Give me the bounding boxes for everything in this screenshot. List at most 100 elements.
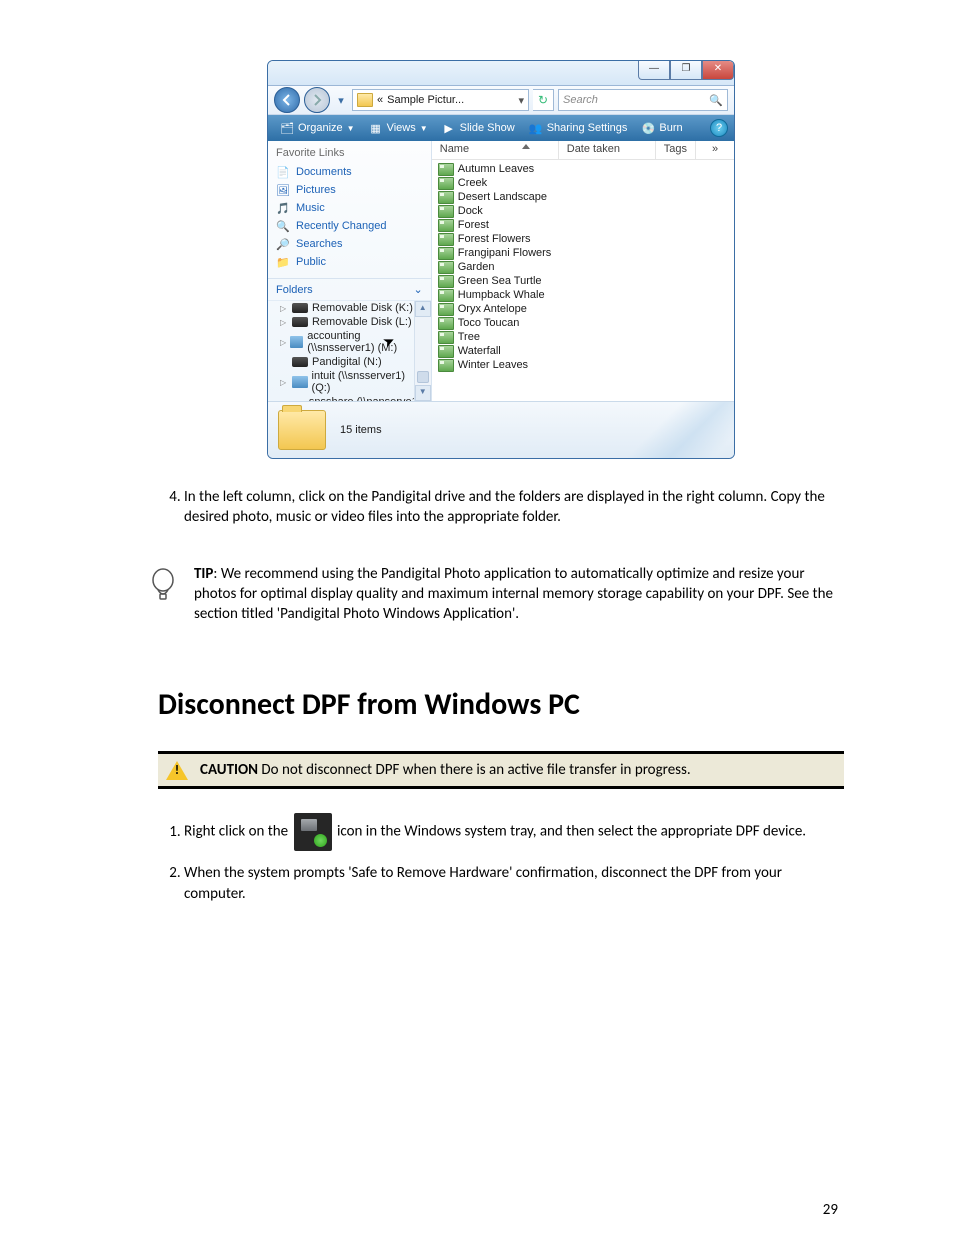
caution-text: CAUTION Do not disconnect DPF when there…: [200, 761, 691, 779]
tree-label: accounting (\\snsserver1) (M:): [307, 330, 424, 354]
image-file-icon: [438, 289, 454, 302]
folder-icon: [357, 93, 373, 107]
favorite-link[interactable]: 🔎 Searches: [276, 235, 423, 253]
image-file-icon: [438, 177, 454, 190]
scroll-thumb[interactable]: [417, 371, 429, 383]
image-file-icon: [438, 359, 454, 372]
favorite-label: Documents: [296, 166, 352, 178]
item-count: 15 items: [340, 424, 382, 436]
tree-scrollbar[interactable]: ▲ ▼: [414, 301, 431, 401]
search-placeholder: Search: [563, 94, 598, 106]
file-item[interactable]: Dock: [432, 204, 734, 218]
favorite-label: Pictures: [296, 184, 336, 196]
file-item[interactable]: Humpback Whale: [432, 288, 734, 302]
help-button[interactable]: ?: [710, 119, 728, 137]
favorite-icon: 📁: [276, 255, 290, 269]
history-dropdown[interactable]: ▾: [334, 94, 348, 107]
window-titlebar: — ❐ ✕: [268, 61, 734, 86]
forward-button[interactable]: [304, 87, 330, 113]
address-dropdown-icon[interactable]: ▾: [518, 94, 524, 107]
caution-box: CAUTION Do not disconnect DPF when there…: [158, 751, 844, 789]
file-item[interactable]: Toco Toucan: [432, 316, 734, 330]
scroll-down-icon[interactable]: ▼: [415, 385, 431, 401]
maximize-button[interactable]: ❐: [670, 61, 702, 80]
expand-icon[interactable]: ▷: [280, 318, 288, 327]
drive-icon: [292, 303, 308, 313]
file-item[interactable]: Autumn Leaves: [432, 162, 734, 176]
expand-icon[interactable]: ▷: [280, 378, 288, 387]
image-file-icon: [438, 331, 454, 344]
file-item[interactable]: Forest: [432, 218, 734, 232]
image-file-icon: [438, 163, 454, 176]
refresh-button[interactable]: ↻: [533, 89, 554, 111]
burn-button[interactable]: 💿 Burn: [635, 115, 688, 141]
burn-icon: 💿: [641, 121, 655, 135]
folder-large-icon: [278, 410, 326, 450]
file-name: Forest Flowers: [458, 233, 531, 245]
navigation-pane: Favorite Links 📄Documents 🖼 Pictures 🎵Music…: [268, 141, 432, 401]
expand-icon[interactable]: ▷: [280, 338, 286, 347]
favorite-link[interactable]: 📁Public: [276, 253, 423, 271]
image-file-icon: [438, 317, 454, 330]
safely-remove-hardware-icon: [294, 813, 332, 851]
column-name[interactable]: Name: [432, 141, 559, 159]
tree-item[interactable]: ▷Removable Disk (K:): [268, 301, 431, 315]
file-name: Creek: [458, 177, 487, 189]
tree-item[interactable]: ▷intuit (\\snsserver1) (Q:): [268, 369, 431, 395]
file-name: Waterfall: [458, 345, 501, 357]
file-list-pane: Name Date taken Tags » Autumn Leaves Cree…: [432, 141, 734, 401]
image-file-icon: [438, 345, 454, 358]
file-name: Autumn Leaves: [458, 163, 534, 175]
file-item[interactable]: Green Sea Turtle: [432, 274, 734, 288]
favorite-label: Music: [296, 202, 325, 214]
tree-item[interactable]: ▷ accounting (\\snsserver1) (M:): [268, 329, 431, 355]
favorite-icon: 🔎: [276, 237, 290, 251]
file-item[interactable]: Garden: [432, 260, 734, 274]
file-item[interactable]: Oryx Antelope: [432, 302, 734, 316]
address-field[interactable]: « Sample Pictur... ▾: [352, 89, 529, 111]
expand-icon[interactable]: ▷: [280, 304, 288, 313]
favorite-link[interactable]: 📄Documents: [276, 163, 423, 181]
image-file-icon: [438, 205, 454, 218]
file-item[interactable]: Frangipani Flowers: [432, 246, 734, 260]
tip-heading: TIP: [194, 565, 213, 583]
search-input[interactable]: Search 🔍: [558, 89, 728, 111]
file-name: Frangipani Flowers: [458, 247, 552, 259]
favorite-icon: 🔍: [276, 219, 290, 233]
scroll-up-icon[interactable]: ▲: [415, 301, 431, 317]
close-button[interactable]: ✕: [702, 61, 734, 80]
favorite-link[interactable]: 🔍 Recently Changed: [276, 217, 423, 235]
tree-item[interactable]: Pandigital (N:): [268, 355, 431, 369]
file-item[interactable]: Desert Landscape: [432, 190, 734, 204]
file-item[interactable]: Waterfall: [432, 344, 734, 358]
favorite-link[interactable]: 🖼 Pictures: [276, 181, 423, 199]
favorite-link[interactable]: 🎵Music: [276, 199, 423, 217]
column-date[interactable]: Date taken: [559, 141, 656, 159]
favorite-icon: 🖼: [276, 183, 290, 197]
folder-tree: ▷Removable Disk (K:)▷Removable Disk (L:)…: [268, 300, 431, 401]
warning-icon: [166, 760, 188, 780]
slideshow-icon: ▶: [442, 121, 456, 135]
slideshow-button[interactable]: ▶ Slide Show: [436, 115, 521, 141]
file-name: Winter Leaves: [458, 359, 528, 371]
file-name: Toco Toucan: [458, 317, 520, 329]
file-item[interactable]: Forest Flowers: [432, 232, 734, 246]
file-item[interactable]: Creek: [432, 176, 734, 190]
minimize-button[interactable]: —: [638, 61, 670, 80]
file-item[interactable]: Winter Leaves: [432, 358, 734, 372]
step-4: In the left column, click on the Pandigi…: [184, 487, 844, 528]
tree-label: Pandigital (N:): [312, 356, 382, 368]
organize-button[interactable]: 🗂 Organize▼: [274, 115, 361, 141]
sharing-button[interactable]: 👥 Sharing Settings: [523, 115, 634, 141]
column-tags[interactable]: Tags: [656, 141, 696, 159]
back-button[interactable]: [274, 87, 300, 113]
folders-header[interactable]: Folders ⌄: [268, 278, 431, 300]
favorite-label: Recently Changed: [296, 220, 387, 232]
tree-item[interactable]: ▷Removable Disk (L:): [268, 315, 431, 329]
file-item[interactable]: Tree: [432, 330, 734, 344]
favorite-links-header: Favorite Links: [268, 141, 431, 163]
views-button[interactable]: ▦ Views▼: [363, 115, 434, 141]
favorite-label: Searches: [296, 238, 342, 250]
command-bar: 🗂 Organize▼ ▦ Views▼ ▶ Slide Show 👥 Shar…: [268, 115, 734, 141]
columns-more-button[interactable]: »: [696, 141, 734, 159]
